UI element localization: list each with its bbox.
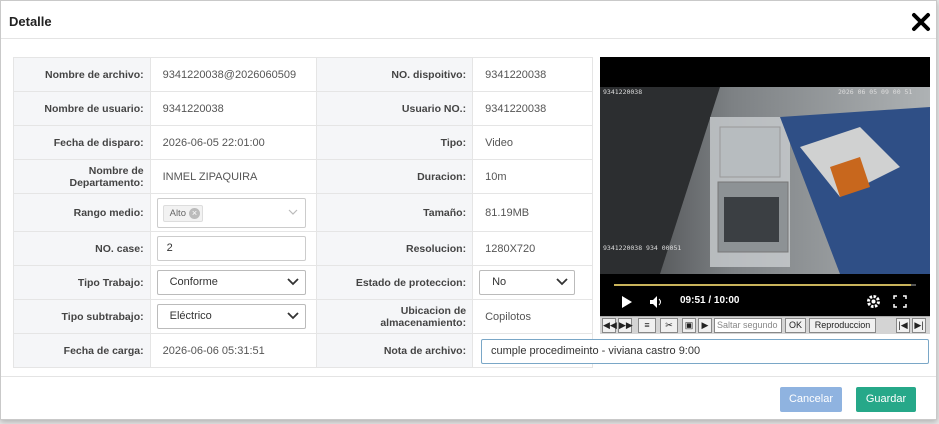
scissors-icon[interactable]: ✂: [660, 318, 678, 333]
work-type-selected: Conforme: [169, 276, 218, 288]
type-value: Video: [472, 125, 593, 160]
cancel-button[interactable]: Cancelar: [780, 387, 842, 412]
work-type-select[interactable]: Conforme: [156, 270, 306, 295]
size-value: 81.19MB: [472, 193, 593, 232]
dialog-body: Nombre de archivo: 9341220038@2026060509…: [13, 57, 930, 369]
range-value: Alto ×: [149, 193, 317, 232]
upload-date-value: 2026-06-06 05:31:51: [149, 333, 317, 368]
duration-text: 10m: [485, 170, 507, 183]
fast-forward-icon[interactable]: ▶▶: [618, 318, 633, 333]
user-name-text: 9341220038: [162, 102, 224, 115]
volume-icon[interactable]: [650, 296, 664, 308]
trigger-date-text: 2026-06-05 22:01:00: [162, 136, 265, 149]
osd-mid-left: 9341220038 934 00051: [603, 244, 682, 252]
protection-selected: No: [492, 276, 507, 288]
video-progress[interactable]: [614, 284, 916, 286]
range-multiselect[interactable]: Alto ×: [156, 197, 306, 228]
user-no-label: Usuario NO.:: [315, 91, 474, 126]
settings-gear-icon[interactable]: [866, 294, 881, 309]
note-input[interactable]: cumple procedimeinto - viviana castro 9:…: [481, 339, 929, 364]
remove-tag-icon[interactable]: ×: [188, 207, 200, 219]
user-name-label: Nombre de usuario:: [13, 91, 151, 126]
protection-cell: No: [472, 265, 593, 300]
file-name-text: 9341220038@2026060509: [162, 68, 297, 81]
chevron-down-icon: [286, 312, 299, 320]
chevron-down-icon: [288, 209, 298, 215]
osd-top-left: 9341220038: [603, 88, 643, 96]
video-player[interactable]: 9341220038 2026 06 05 09 00 51 934122003…: [600, 57, 930, 334]
device-no-text: 9341220038: [485, 68, 547, 81]
duration-value: 10m: [472, 159, 593, 194]
range-tag: Alto ×: [162, 204, 203, 222]
range-tag-text: Alto: [169, 207, 186, 219]
storage-text: Copilotos: [485, 310, 531, 323]
video-time: 09:51 / 10:00: [680, 295, 740, 306]
department-label: Nombre de Departamento:: [13, 159, 151, 194]
case-no-label: NO. case:: [13, 231, 151, 266]
work-type-label: Tipo Trabajo:: [13, 265, 151, 300]
subwork-type-selected: Eléctrico: [169, 310, 212, 322]
dialog-title: Detalle: [9, 14, 52, 29]
trigger-date-value: 2026-06-05 22:01:00: [149, 125, 317, 160]
note-label: Nota de archivo:: [315, 333, 474, 368]
department-value: INMEL ZIPAQUIRA: [149, 159, 317, 194]
detail-dialog: Detalle Nombre de archivo: 9341220038@20…: [0, 0, 937, 420]
osd-top-right: 2026 06 05 09 00 51: [838, 88, 913, 96]
close-icon[interactable]: [910, 11, 932, 33]
subwork-type-select[interactable]: Eléctrico: [156, 304, 306, 329]
video-controls: 09:51 / 10:00: [600, 290, 930, 312]
size-text: 81.19MB: [485, 206, 530, 219]
file-name-label: Nombre de archivo:: [13, 57, 151, 92]
department-text: INMEL ZIPAQUIRA: [162, 170, 258, 183]
fullscreen-icon[interactable]: [893, 295, 907, 308]
case-no-input[interactable]: 2: [156, 236, 306, 261]
list-icon[interactable]: ≡: [638, 318, 656, 333]
type-label: Tipo:: [315, 125, 474, 160]
dialog-footer: Cancelar Guardar: [1, 376, 936, 420]
resolution-label: Resolucion:: [315, 231, 474, 266]
device-no-value: 9341220038: [472, 57, 593, 92]
size-label: Tamaño:: [315, 193, 474, 232]
resolution-text: 1280X720: [485, 242, 536, 255]
playback-speed-select[interactable]: Reproduccion: [809, 318, 876, 333]
detail-form: Nombre de archivo: 9341220038@2026060509…: [13, 57, 593, 368]
storage-label: Ubicacion de almacenamiento:: [315, 299, 474, 334]
type-text: Video: [485, 136, 514, 149]
protection-label: Estado de proteccion:: [315, 265, 474, 300]
play-icon[interactable]: [622, 296, 632, 308]
trigger-date-label: Fecha de disparo:: [13, 125, 151, 160]
upload-date-text: 2026-06-06 05:31:51: [162, 344, 265, 357]
skip-seconds-input[interactable]: Saltar segundo: [714, 318, 782, 333]
range-label: Rango medio:: [13, 193, 151, 232]
rewind-icon[interactable]: ◀◀: [602, 318, 617, 333]
chevron-down-icon: [556, 278, 568, 286]
user-no-text: 9341220038: [485, 102, 547, 115]
snapshot-icon[interactable]: ▣: [682, 318, 696, 333]
ok-button[interactable]: OK: [785, 318, 806, 333]
user-no-value: 9341220038: [472, 91, 593, 126]
subwork-type-label: Tipo subtrabajo:: [13, 299, 151, 334]
device-no-label: NO. dispoitivo:: [315, 57, 474, 92]
dialog-header: Detalle: [1, 1, 936, 39]
subwork-type-cell: Eléctrico: [149, 299, 317, 334]
protection-select[interactable]: No: [479, 270, 576, 295]
resolution-value: 1280X720: [472, 231, 593, 266]
file-name-value: 9341220038@2026060509: [149, 57, 317, 92]
duration-label: Duracion:: [315, 159, 474, 194]
player-toolbar: ◀◀ ▶▶ ≡ ✂ ▣ ▶ Saltar segundo OK Reproduc…: [600, 316, 930, 334]
user-name-value: 9341220038: [149, 91, 317, 126]
frame-step-icon[interactable]: ▶: [698, 318, 712, 333]
skip-start-icon[interactable]: |◀: [896, 318, 910, 333]
case-no-cell: 2: [149, 231, 317, 266]
chevron-down-icon: [286, 278, 299, 286]
save-button[interactable]: Guardar: [856, 387, 916, 412]
storage-value: Copilotos: [472, 299, 593, 334]
work-type-cell: Conforme: [149, 265, 317, 300]
skip-end-icon[interactable]: ▶|: [912, 318, 926, 333]
upload-date-label: Fecha de carga:: [13, 333, 151, 368]
video-progress-fill: [614, 284, 912, 286]
